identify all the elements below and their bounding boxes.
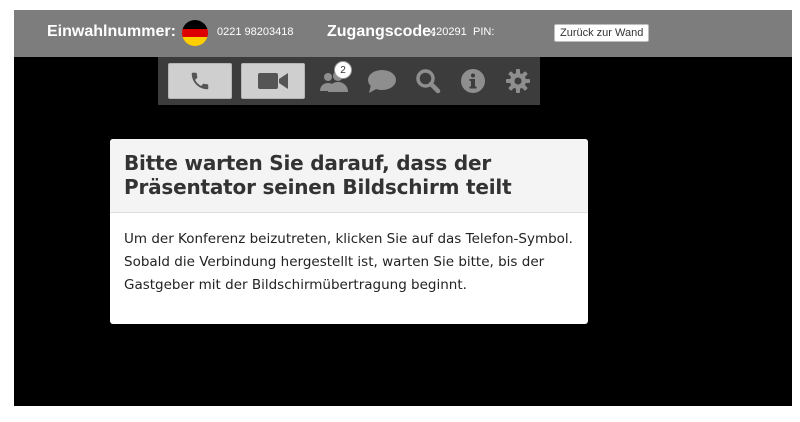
dial-in-number: 0221 98203418 bbox=[217, 26, 294, 38]
dialog-body: Um der Konferenz beizutreten, klicken Si… bbox=[110, 213, 588, 297]
access-code: 420291 bbox=[430, 26, 467, 38]
dialog-header: Bitte warten Sie darauf, dass der Präsen… bbox=[110, 139, 588, 213]
back-to-wall-button[interactable]: Zurück zur Wand bbox=[554, 24, 650, 42]
participants-count-badge: 2 bbox=[334, 61, 352, 79]
germany-flag-icon[interactable] bbox=[182, 20, 208, 46]
chat-icon bbox=[368, 70, 396, 93]
access-code-label: Zugangscode: bbox=[327, 23, 437, 40]
info-button[interactable] bbox=[453, 63, 493, 99]
settings-button[interactable] bbox=[498, 63, 538, 99]
dial-in-label: Einwahlnummer: bbox=[47, 23, 176, 40]
search-button[interactable] bbox=[408, 63, 448, 99]
conference-stage: Einwahlnummer: 0221 98203418 Zugangscode… bbox=[14, 10, 792, 406]
participants-button[interactable]: 2 bbox=[314, 61, 354, 99]
phone-icon bbox=[191, 72, 209, 90]
search-icon bbox=[416, 69, 441, 94]
video-button[interactable] bbox=[241, 63, 305, 99]
gear-icon bbox=[506, 69, 530, 93]
chat-button[interactable] bbox=[362, 63, 402, 99]
toolbar: 2 bbox=[158, 57, 540, 105]
phone-button[interactable] bbox=[168, 63, 232, 99]
top-bar: Einwahlnummer: 0221 98203418 Zugangscode… bbox=[14, 10, 792, 57]
info-icon bbox=[461, 69, 485, 93]
dialog-message: Um der Konferenz beizutreten, klicken Si… bbox=[124, 231, 573, 293]
dialog-title: Bitte warten Sie darauf, dass der Präsen… bbox=[124, 151, 512, 199]
video-camera-icon bbox=[258, 73, 288, 89]
pin-label: PIN: bbox=[473, 26, 495, 38]
waiting-dialog: Bitte warten Sie darauf, dass der Präsen… bbox=[110, 139, 588, 324]
